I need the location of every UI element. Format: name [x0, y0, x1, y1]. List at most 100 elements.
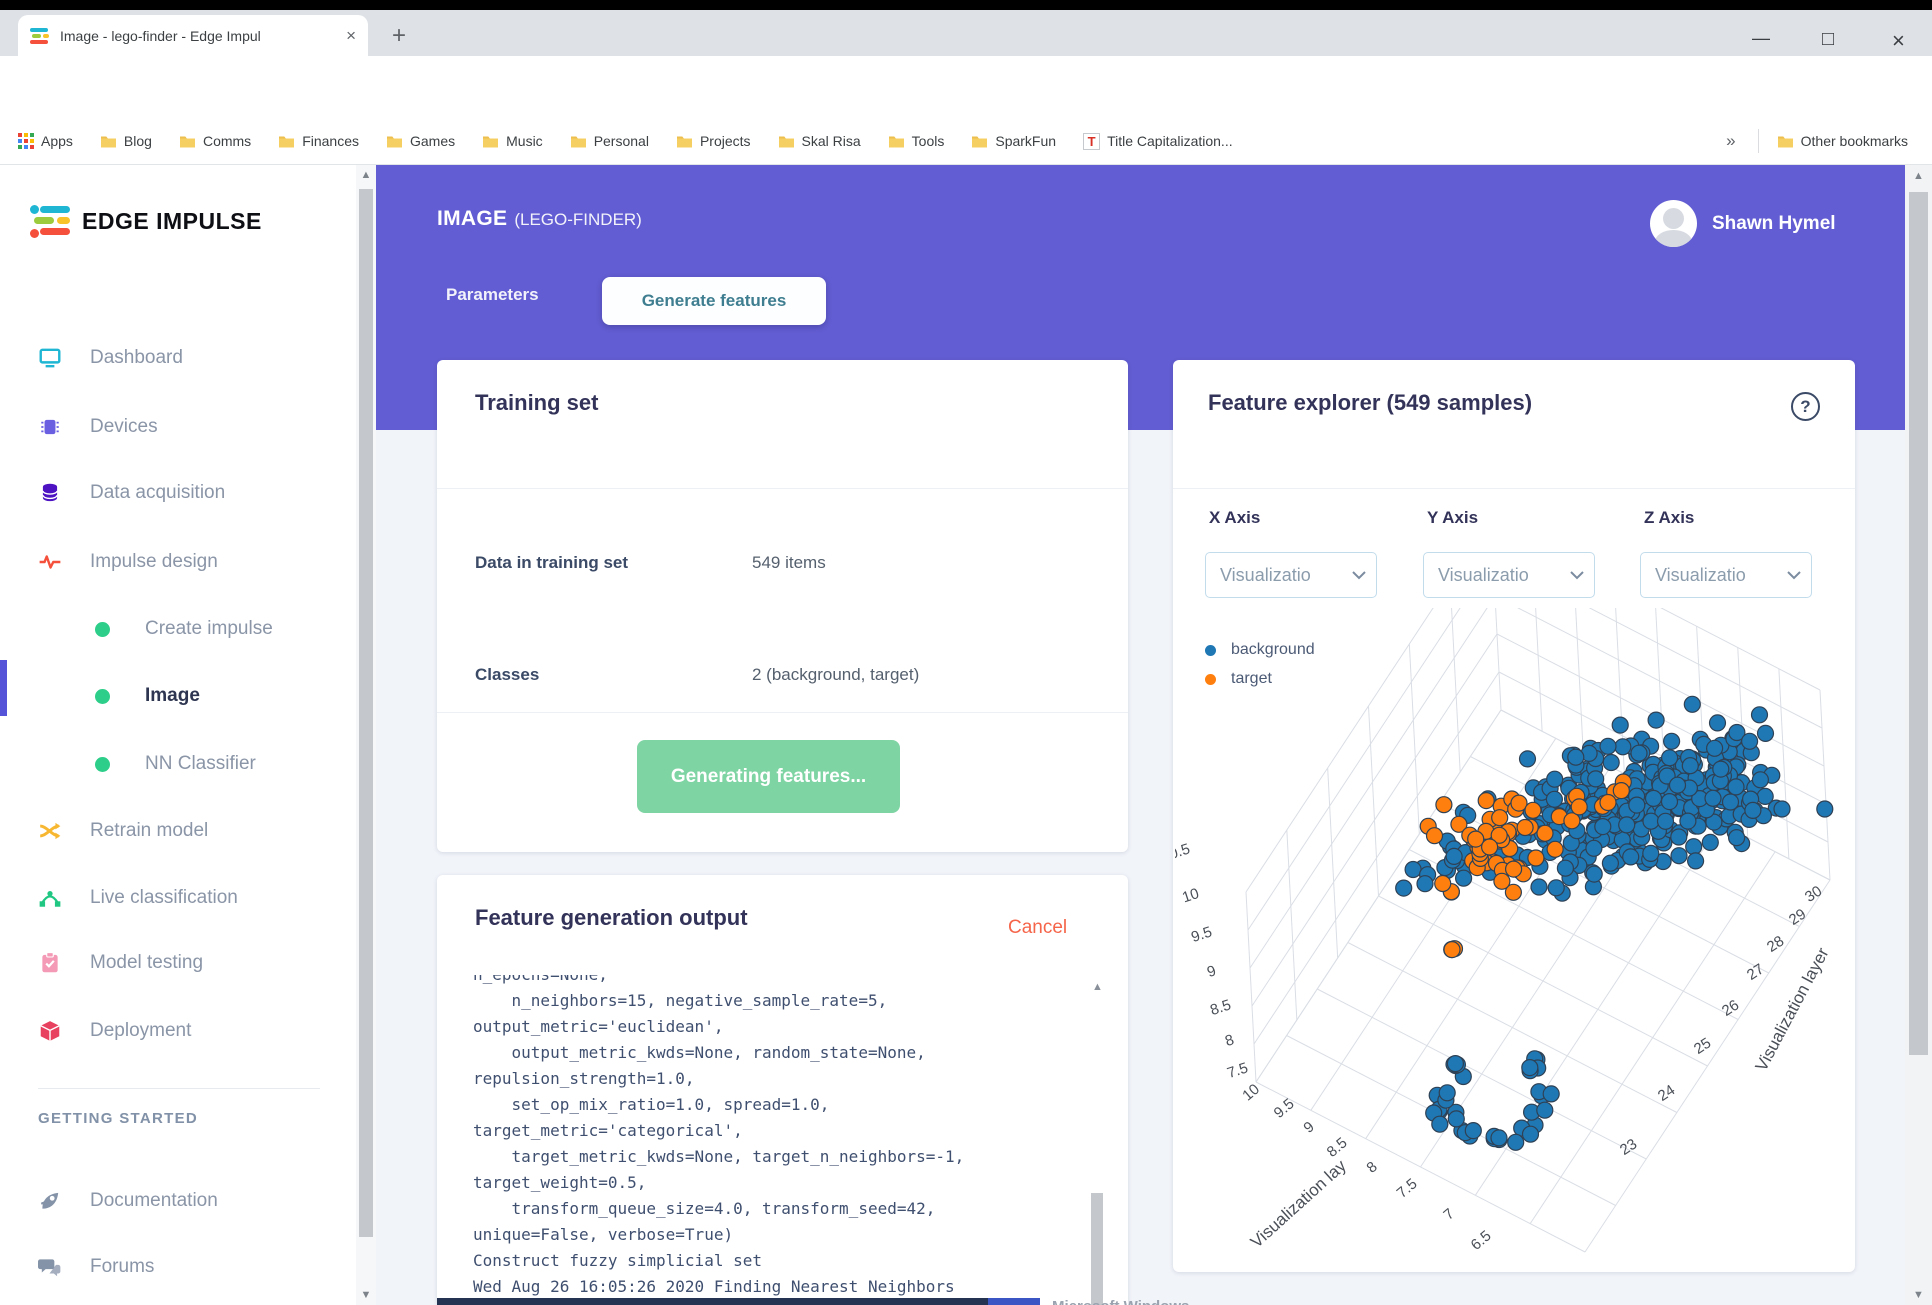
chip-icon: [38, 415, 62, 439]
sidebar-item-retrain-model[interactable]: Retrain model: [0, 816, 356, 846]
svg-text:23: 23: [1617, 1136, 1640, 1159]
favicon-edge-impulse-icon: [30, 27, 50, 45]
folder-icon: [676, 136, 692, 148]
status-dot-icon: [95, 688, 110, 704]
new-tab-button[interactable]: +: [392, 22, 406, 50]
svg-text:25: 25: [1691, 1035, 1714, 1058]
tab-parameters[interactable]: Parameters: [446, 285, 539, 305]
sidebar-item-forums[interactable]: Forums: [0, 1252, 356, 1282]
bookmark-item[interactable]: Personal: [570, 133, 649, 149]
page-title-subtitle: (LEGO-FINDER): [514, 210, 642, 229]
tab-generate-features[interactable]: Generate features: [602, 277, 826, 325]
feature-explorer-card: Feature explorer (549 samples) ? X Axis …: [1173, 360, 1855, 1272]
svg-text:Visualization lay: Visualization lay: [1247, 1156, 1350, 1252]
bookmarks-overflow-chevron[interactable]: »: [1726, 131, 1735, 151]
training-set-card: Training set Data in training set 549 it…: [437, 360, 1128, 852]
user-menu[interactable]: Shawn Hymel: [1650, 200, 1836, 247]
sidebar-item-nn-classifier[interactable]: NN Classifier: [0, 749, 356, 779]
sidebar-item-live-classification[interactable]: Live classification: [0, 883, 356, 913]
svg-text:24: 24: [1655, 1082, 1678, 1105]
database-icon: [38, 481, 62, 505]
edge-impulse-logo[interactable]: EDGE IMPULSE: [30, 203, 262, 239]
bookmark-item[interactable]: Skal Risa: [778, 133, 861, 149]
window-minimize-button[interactable]: —: [1752, 28, 1770, 49]
x-axis-select[interactable]: Visualizatio: [1205, 552, 1377, 598]
bookmark-item[interactable]: Music: [482, 133, 543, 149]
svg-text:8.5: 8.5: [1208, 996, 1233, 1019]
apps-grid-icon: [18, 133, 34, 149]
page-scroll-down-icon[interactable]: ▼: [1905, 1289, 1932, 1301]
sidebar-item-dashboard[interactable]: Dashboard: [0, 343, 356, 373]
page-scrollbar-thumb[interactable]: [1909, 192, 1928, 1055]
bookmark-item[interactable]: Comms: [179, 133, 251, 149]
sidebar-item-devices[interactable]: Devices: [0, 412, 356, 442]
console-scrollbar-thumb[interactable]: [1091, 1193, 1103, 1305]
sidebar-item-documentation[interactable]: Documentation: [0, 1186, 356, 1216]
scroll-down-icon[interactable]: ▼: [356, 1289, 376, 1301]
sidebar-scrollbar-thumb[interactable]: [359, 189, 373, 1237]
svg-text:29: 29: [1786, 906, 1809, 929]
status-dot-icon: [95, 621, 110, 637]
bookmark-item[interactable]: Blog: [100, 133, 152, 149]
sidebar-scrollbar[interactable]: ▲ ▼: [356, 165, 376, 1305]
chevron-down-icon: [1570, 570, 1584, 579]
tab-title: Image - lego-finder - Edge Impul: [60, 27, 261, 44]
browser-tab[interactable]: Image - lego-finder - Edge Impul ×: [18, 15, 368, 56]
page-scroll-up-icon[interactable]: ▲: [1905, 170, 1932, 182]
folder-icon: [483, 136, 499, 148]
sidebar-item-image[interactable]: Image: [0, 681, 356, 711]
sidebar-item-data-acquisition[interactable]: Data acquisition: [0, 478, 356, 508]
sidebar-item-create-impulse[interactable]: Create impulse: [0, 614, 356, 644]
box-icon: [38, 1019, 62, 1043]
console-selected-line-fragment: [437, 1298, 1040, 1305]
svg-text:6.5: 6.5: [1468, 1227, 1495, 1253]
bookmark-item[interactable]: SparkFun: [971, 133, 1056, 149]
window-close-button[interactable]: ×: [1892, 28, 1905, 54]
svg-text:26: 26: [1719, 997, 1742, 1020]
window-maximize-button[interactable]: □: [1822, 28, 1834, 51]
svg-text:7.5: 7.5: [1225, 1059, 1250, 1082]
cancel-link[interactable]: Cancel: [1008, 917, 1067, 939]
chat-icon: [38, 1255, 62, 1279]
svg-text:Visualization layer: Visualization layer: [1752, 944, 1833, 1074]
console-scrollbar[interactable]: ▲: [1089, 975, 1106, 1305]
edge-impulse-logo-text: EDGE IMPULSE: [82, 207, 262, 234]
nodes-icon: [38, 886, 62, 910]
y-axis-select[interactable]: Visualizatio: [1423, 552, 1595, 598]
sidebar-item-deployment[interactable]: Deployment: [0, 1016, 356, 1046]
folder-icon: [100, 136, 116, 148]
bookmark-title-capitalization[interactable]: T Title Capitalization...: [1083, 132, 1233, 150]
bookmark-item[interactable]: Games: [386, 133, 455, 149]
tab-strip: Image - lego-finder - Edge Impul × + — □…: [0, 10, 1932, 56]
bookmark-item[interactable]: Tools: [888, 133, 944, 149]
svg-text:7: 7: [1440, 1205, 1457, 1223]
svg-text:8: 8: [1363, 1158, 1380, 1176]
tab-close-icon[interactable]: ×: [346, 26, 356, 46]
sidebar-item-impulse-design[interactable]: Impulse design: [0, 547, 356, 577]
console-scroll-up-icon[interactable]: ▲: [1089, 981, 1106, 993]
classes-value: 2 (background, target): [752, 665, 920, 684]
bookmark-apps[interactable]: Apps: [18, 133, 73, 149]
feature-explorer-3d-scatter[interactable]: 0.5109.598.587.5109.598.587.576.53029282…: [1175, 608, 1855, 1270]
console-output[interactable]: n_epochs=None, n_neighbors=15, negative_…: [437, 975, 1089, 1305]
scroll-up-icon[interactable]: ▲: [356, 169, 376, 181]
shuffle-icon: [38, 819, 62, 843]
other-bookmarks[interactable]: Other bookmarks: [1777, 133, 1908, 149]
sidebar-item-model-testing[interactable]: Model testing: [0, 948, 356, 978]
chevron-down-icon: [1787, 570, 1801, 579]
window-title-strip: [0, 0, 1932, 10]
app-sidebar: EDGE IMPULSE Dashboard Devices Data acquis…: [0, 165, 356, 1305]
training-count-value: 549 items: [752, 553, 826, 572]
x-axis-label: X Axis: [1209, 508, 1261, 527]
svg-text:9: 9: [1205, 962, 1218, 981]
chevron-down-icon: [1352, 570, 1366, 579]
folder-icon: [570, 136, 586, 148]
bookmarks-bar: Apps Blog Comms Finances Games Music Personal…: [0, 118, 1932, 165]
z-axis-select[interactable]: Visualizatio: [1640, 552, 1812, 598]
svg-text:9.5: 9.5: [1271, 1095, 1298, 1121]
bookmark-item[interactable]: Finances: [278, 133, 359, 149]
page-scrollbar[interactable]: ▲ ▼: [1905, 165, 1932, 1305]
bookmark-item[interactable]: Projects: [676, 133, 751, 149]
generating-features-button[interactable]: Generating features...: [637, 740, 900, 813]
help-icon[interactable]: ?: [1791, 392, 1820, 421]
